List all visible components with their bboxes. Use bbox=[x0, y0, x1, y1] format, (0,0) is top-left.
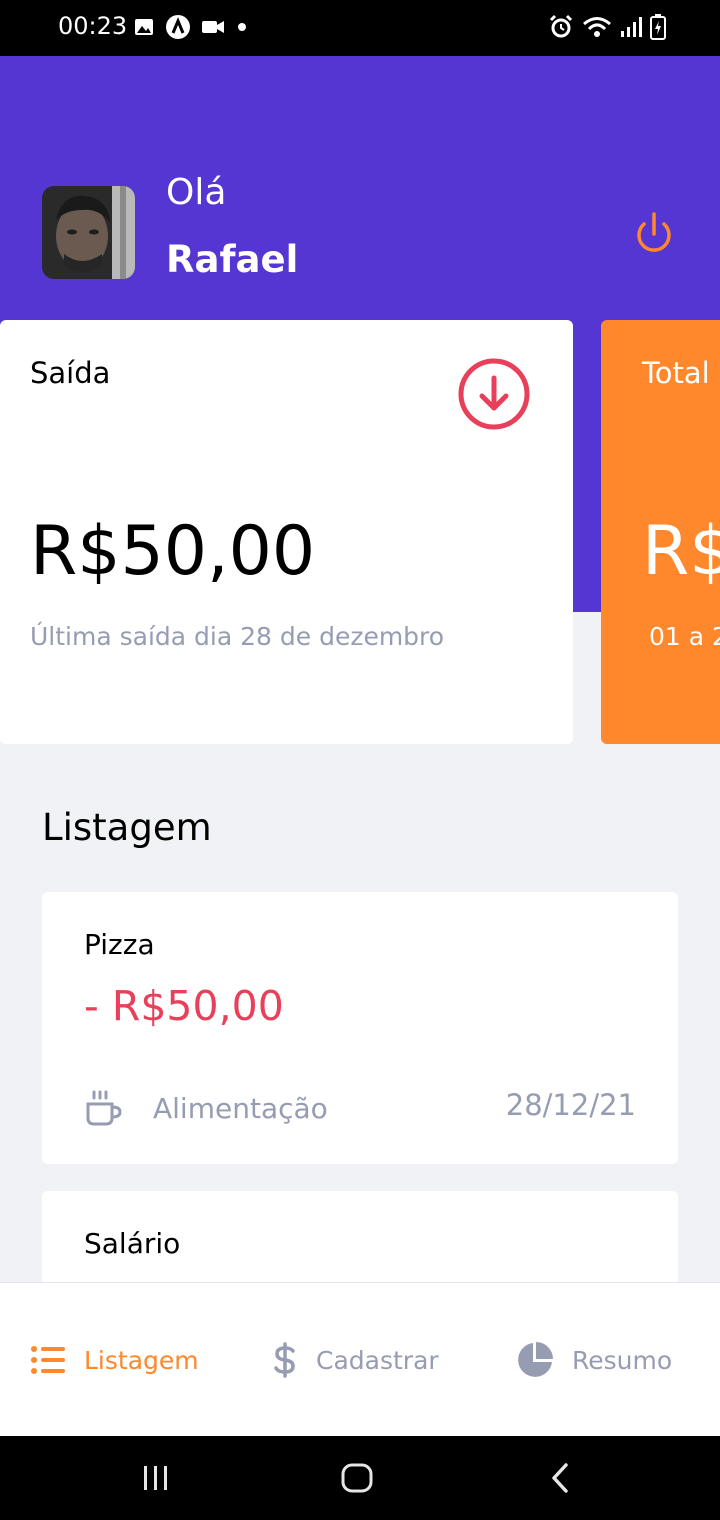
coffee-icon bbox=[84, 1088, 124, 1128]
tab-bar: Listagem Cadastrar Resumo bbox=[0, 1282, 720, 1436]
list-icon bbox=[31, 1346, 65, 1374]
transaction-category: Alimentação bbox=[153, 1092, 328, 1125]
battery-icon bbox=[650, 14, 666, 40]
back-icon[interactable] bbox=[540, 1458, 580, 1498]
greeting: Olá bbox=[166, 172, 227, 213]
home-icon[interactable] bbox=[337, 1458, 377, 1498]
recent-apps-icon[interactable] bbox=[136, 1458, 176, 1498]
video-icon bbox=[202, 21, 224, 33]
pie-chart-icon bbox=[518, 1342, 553, 1377]
transaction-card[interactable]: Pizza - R$50,00 Alimentação 28/12/21 bbox=[42, 892, 678, 1164]
tab-resumo[interactable]: Resumo bbox=[516, 1283, 672, 1437]
transaction-date: 28/12/21 bbox=[505, 1088, 636, 1122]
tab-label: Listagem bbox=[84, 1345, 199, 1375]
system-nav-bar bbox=[0, 1436, 720, 1520]
power-icon[interactable] bbox=[630, 210, 678, 258]
status-right-icons bbox=[548, 14, 666, 40]
status-left-icons bbox=[133, 14, 249, 40]
alarm-icon bbox=[549, 14, 573, 38]
user-name: Rafael bbox=[166, 238, 299, 281]
tab-listagem[interactable]: Listagem bbox=[30, 1283, 199, 1437]
app-icon bbox=[166, 15, 190, 39]
transaction-name: Pizza bbox=[84, 928, 155, 961]
signal-icon bbox=[621, 17, 642, 37]
avatar bbox=[42, 186, 135, 279]
tab-label: Resumo bbox=[572, 1345, 673, 1375]
card-total-period: 01 a 2 bbox=[649, 622, 720, 651]
image-icon bbox=[135, 19, 153, 35]
status-time: 00:23 bbox=[58, 12, 128, 40]
header bbox=[0, 56, 720, 612]
tab-cadastrar[interactable]: Cadastrar bbox=[272, 1283, 439, 1437]
card-last-transaction: Última saída dia 28 de dezembro bbox=[30, 622, 445, 651]
listing-title: Listagem bbox=[42, 806, 212, 849]
status-bar: 00:23 bbox=[0, 0, 720, 56]
dot-icon bbox=[238, 23, 246, 31]
transaction-amount: - R$50,00 bbox=[84, 982, 284, 1030]
dollar-icon bbox=[274, 1342, 295, 1378]
wifi-icon bbox=[583, 17, 611, 37]
tab-label: Cadastrar bbox=[316, 1345, 439, 1375]
transaction-name: Salário bbox=[84, 1227, 181, 1260]
